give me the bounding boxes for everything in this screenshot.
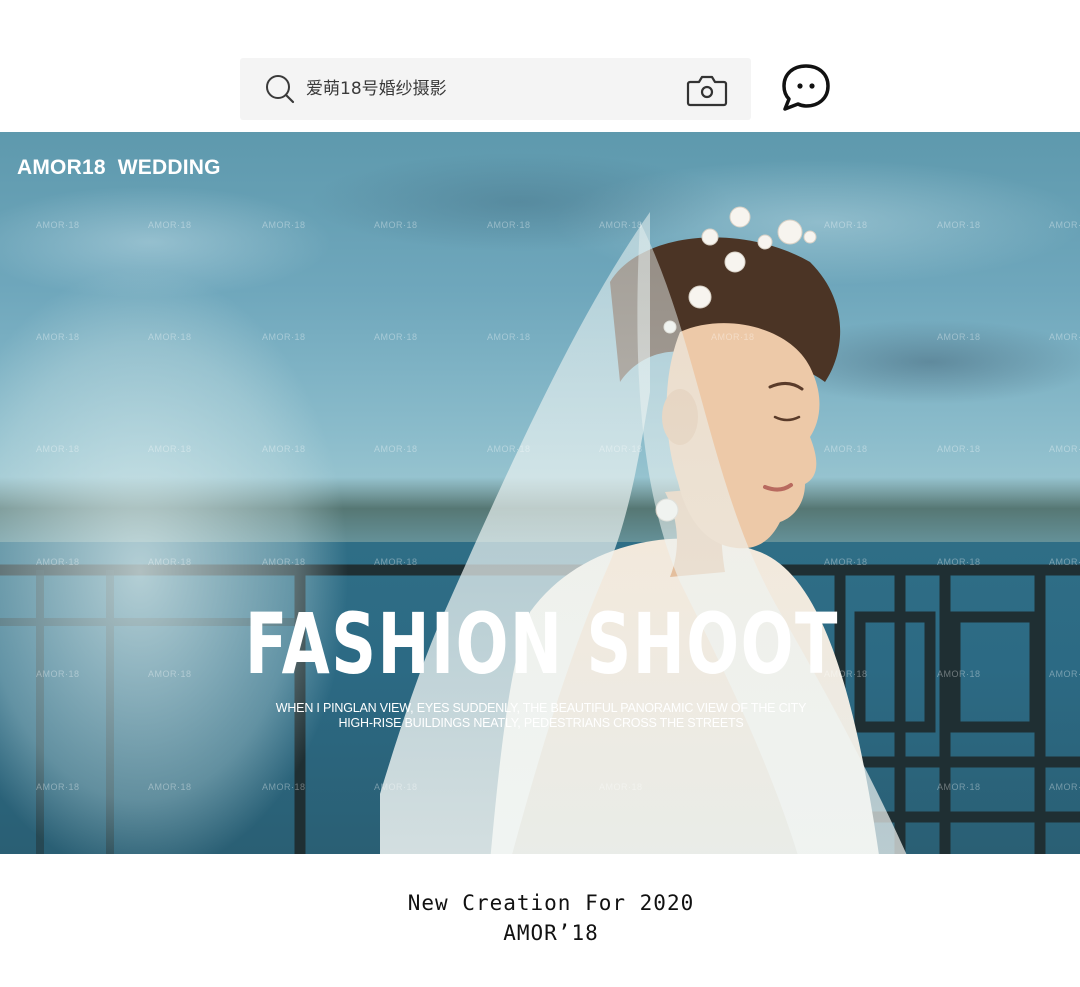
hero-title: FASHION SHOOT: [244, 595, 839, 693]
hero-banner[interactable]: AMOR·18 AMOR·18 AMOR·18 AMOR·18 AMOR·18 …: [0, 132, 1080, 854]
veil-foreground: [0, 172, 440, 854]
hero-subtitle-line-2: HIGH-RISE BUILDINGS NEATLY, PEDESTRIANS …: [338, 716, 744, 730]
hero-subtitle-line-1: WHEN I PINGLAN VIEW, EYES SUDDENLY, THE …: [275, 701, 807, 715]
search-icon[interactable]: [264, 73, 296, 105]
chat-bubble-icon[interactable]: [779, 62, 833, 114]
search-input[interactable]: [306, 72, 666, 106]
camera-icon[interactable]: [686, 72, 728, 108]
caption-line-1: New Creation For 2020: [407, 891, 695, 915]
brand-logo-text: AMOR18 WEDDING: [17, 156, 221, 179]
bride-illustration: [380, 206, 907, 854]
search-bar[interactable]: [240, 58, 751, 120]
caption-line-2: AMOR’18: [503, 921, 599, 945]
